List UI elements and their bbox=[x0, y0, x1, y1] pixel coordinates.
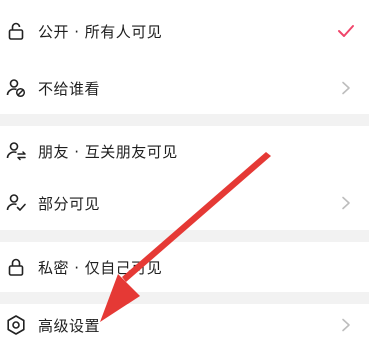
option-friends[interactable]: 朋友 · 互关朋友可见 bbox=[0, 126, 369, 176]
option-private[interactable]: 私密 · 仅自己可见 bbox=[0, 242, 369, 292]
chevron-right-icon bbox=[337, 79, 355, 97]
user-friends-icon bbox=[5, 140, 27, 162]
user-block-icon bbox=[5, 77, 27, 99]
section-divider bbox=[0, 230, 369, 242]
privacy-settings-page: 公开 · 所有人可见 不给谁看 朋友 · 互关朋友可见 部分可见 私密 · 仅自… bbox=[0, 0, 369, 346]
option-advanced-settings-label: 高级设置 bbox=[38, 316, 101, 335]
chevron-right-icon bbox=[337, 194, 355, 212]
chevron-right-icon bbox=[337, 316, 355, 334]
option-private-label: 私密 · 仅自己可见 bbox=[38, 258, 163, 277]
option-partial[interactable]: 部分可见 bbox=[0, 176, 369, 230]
checkmark-icon bbox=[337, 22, 355, 40]
option-hide-from-label: 不给谁看 bbox=[38, 79, 101, 98]
option-hide-from[interactable]: 不给谁看 bbox=[0, 62, 369, 114]
section-divider bbox=[0, 292, 369, 304]
option-public[interactable]: 公开 · 所有人可见 bbox=[0, 0, 369, 62]
lock-open-icon bbox=[5, 20, 27, 42]
section-divider bbox=[0, 114, 369, 126]
user-check-icon bbox=[5, 192, 27, 214]
option-friends-label: 朋友 · 互关朋友可见 bbox=[38, 142, 178, 161]
lock-closed-icon bbox=[5, 256, 27, 278]
settings-hexagon-icon bbox=[5, 314, 27, 336]
option-public-label: 公开 · 所有人可见 bbox=[38, 22, 163, 41]
option-advanced-settings[interactable]: 高级设置 bbox=[0, 304, 369, 346]
option-partial-label: 部分可见 bbox=[38, 194, 101, 213]
